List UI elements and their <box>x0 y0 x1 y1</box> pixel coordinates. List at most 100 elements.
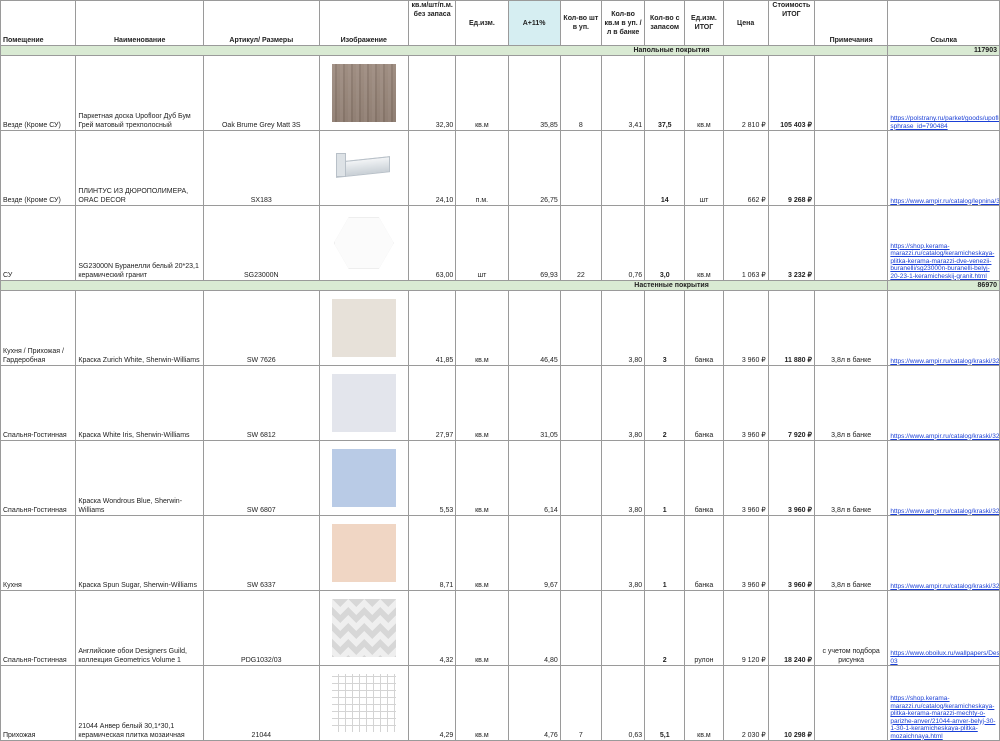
unit-cell: п.м. <box>455 130 509 206</box>
cost-cell: 3 232 ₽ <box>767 205 815 281</box>
name-cell: Краска Spun Sugar, Sherwin-Williams <box>75 515 204 591</box>
sqm-pack-cell: 3,80 <box>600 515 646 591</box>
room-cell: Спальня-Гостинная <box>0 365 77 441</box>
link-cell[interactable]: https://www.ampir.ru/catalog/kraski/3287… <box>887 365 1000 441</box>
qty-cell: 27,97 <box>408 365 457 441</box>
qty-cell: 8,71 <box>408 515 457 591</box>
mosaic-swatch <box>331 674 396 732</box>
header-cost: Стоимость ИТОГ <box>767 0 815 46</box>
sqm-pack-cell <box>600 590 646 666</box>
cost-cell: 7 920 ₽ <box>767 365 815 441</box>
table-row: Кухня / Прихожая / Гардеробная Краска Zur… <box>0 290 1000 366</box>
room-cell: Кухня / Прихожая / Гардеробная <box>0 290 77 366</box>
name-cell: ПЛИНТУС ИЗ ДЮРОПОЛИМЕРА, ORAC DECOR <box>75 130 204 206</box>
name-cell: Краска Wondrous Blue, Sherwin-Williams <box>75 440 204 516</box>
paint-swatch <box>331 524 396 582</box>
unit-cell: кв.м <box>455 515 509 591</box>
link-cell[interactable]: https://www.ampir.ru/catalog/kraski/3287… <box>887 440 1000 516</box>
image-cell <box>318 440 410 516</box>
a11-cell: 4,76 <box>507 665 561 741</box>
header-unit: Ед.изм. <box>455 0 509 46</box>
a11-cell: 46,45 <box>507 290 561 366</box>
link-cell[interactable]: https://www.oboilux.ru/wallpapers/Design… <box>887 590 1000 666</box>
header-qty: кв.м/шт/п.м. без запаса <box>408 0 457 46</box>
link-cell[interactable]: https://www.ampir.ru/catalog/kraski/3287… <box>887 290 1000 366</box>
sqm-pack-cell: 0,63 <box>600 665 646 741</box>
paint-swatch <box>331 449 396 507</box>
image-cell <box>318 590 410 666</box>
image-cell <box>318 515 410 591</box>
name-cell: Английские обои Designers Guild, коллекц… <box>75 590 204 666</box>
image-cell <box>318 205 410 281</box>
qty-reserve-cell: 1 <box>644 515 686 591</box>
qty-reserve-cell: 2 <box>644 590 686 666</box>
article-cell: PDG1032/03 <box>203 590 320 666</box>
qty-cell: 32,30 <box>408 55 457 131</box>
qty-cell: 63,00 <box>408 205 457 281</box>
qty-reserve-cell: 5,1 <box>644 665 686 741</box>
article-cell: SX183 <box>203 130 320 206</box>
unit-cell: кв.м <box>455 590 509 666</box>
article-cell: SW 6807 <box>203 440 320 516</box>
qty-reserve-cell: 1 <box>644 440 686 516</box>
table-row: Спальня-Гостинная Краска White Iris, Sher… <box>0 365 1000 441</box>
notes-cell <box>813 55 889 131</box>
section-title: Настенные покрытия <box>455 280 889 291</box>
cost-cell: 9 268 ₽ <box>767 130 815 206</box>
notes-cell <box>813 205 889 281</box>
link-cell[interactable]: https://shop.kerama-marazzi.ru/catalog/k… <box>887 205 1000 281</box>
header-image: Изображение <box>318 0 410 46</box>
pcs-pack-cell: 7 <box>559 665 602 741</box>
image-cell <box>318 365 410 441</box>
section-header-row: Напольные покрытия 117903 <box>0 45 1000 56</box>
link-cell[interactable]: https://shop.kerama-marazzi.ru/catalog/k… <box>887 665 1000 741</box>
room-cell: Везде (Кроме СУ) <box>0 130 77 206</box>
link-cell[interactable]: https://www.ampir.ru/catalog/kraski/3287… <box>887 515 1000 591</box>
a11-cell: 69,93 <box>507 205 561 281</box>
unit-total-cell: рулон <box>684 590 724 666</box>
table-row: Спальня-Гостинная Английские обои Designe… <box>0 590 1000 666</box>
cost-cell: 18 240 ₽ <box>767 590 815 666</box>
link-cell[interactable]: https://www.ampir.ru/catalog/lepnina/358… <box>887 130 1000 206</box>
pcs-pack-cell <box>559 365 602 441</box>
paint-swatch <box>331 299 396 357</box>
notes-cell: с учетом подбора рисунка <box>813 590 889 666</box>
pcs-pack-cell: 22 <box>559 205 602 281</box>
header-pcs-pack: Кол-во шт в уп. <box>559 0 602 46</box>
unit-cell: кв.м <box>455 665 509 741</box>
image-cell <box>318 130 410 206</box>
link-cell[interactable]: https://polstrany.ru/parket/goods/upoflo… <box>887 55 1000 131</box>
wallpaper-swatch <box>331 599 396 657</box>
unit-total-cell: кв.м <box>684 205 724 281</box>
qty-cell: 5,53 <box>408 440 457 516</box>
section-total: 86970 <box>887 280 1000 291</box>
image-cell <box>318 290 410 366</box>
unit-cell: кв.м <box>455 440 509 516</box>
notes-cell <box>813 130 889 206</box>
wood-swatch-image <box>331 64 396 122</box>
plinth-image <box>332 139 396 197</box>
price-cell: 1 063 ₽ <box>722 205 769 281</box>
room-cell: Спальня-Гостинная <box>0 590 77 666</box>
table-row: Кухня Краска Spun Sugar, Sherwin-Williams… <box>0 515 1000 591</box>
unit-cell: шт <box>455 205 509 281</box>
cost-cell: 3 960 ₽ <box>767 515 815 591</box>
sqm-pack-cell: 0,76 <box>600 205 646 281</box>
qty-reserve-cell: 2 <box>644 365 686 441</box>
table-row: Прихожая 21044 Анвер белый 30,1*30,1 кера… <box>0 665 1000 741</box>
qty-reserve-cell: 3,0 <box>644 205 686 281</box>
article-cell: Oak Brume Grey Matt 3S <box>203 55 320 131</box>
header-name: Наименование <box>75 0 204 46</box>
unit-total-cell: кв.м <box>684 55 724 131</box>
cost-cell: 11 880 ₽ <box>767 290 815 366</box>
notes-cell: 3,8л в банке <box>813 440 889 516</box>
article-cell: SW 6812 <box>203 365 320 441</box>
header-a11: А+11% <box>507 0 561 46</box>
table-row: СУ SG23000N Буранелли белый 20*23,1 керам… <box>0 205 1000 281</box>
pcs-pack-cell <box>559 130 602 206</box>
qty-cell: 4,29 <box>408 665 457 741</box>
price-cell: 9 120 ₽ <box>722 590 769 666</box>
a11-cell: 26,75 <box>507 130 561 206</box>
a11-cell: 31,05 <box>507 365 561 441</box>
price-cell: 3 960 ₽ <box>722 290 769 366</box>
